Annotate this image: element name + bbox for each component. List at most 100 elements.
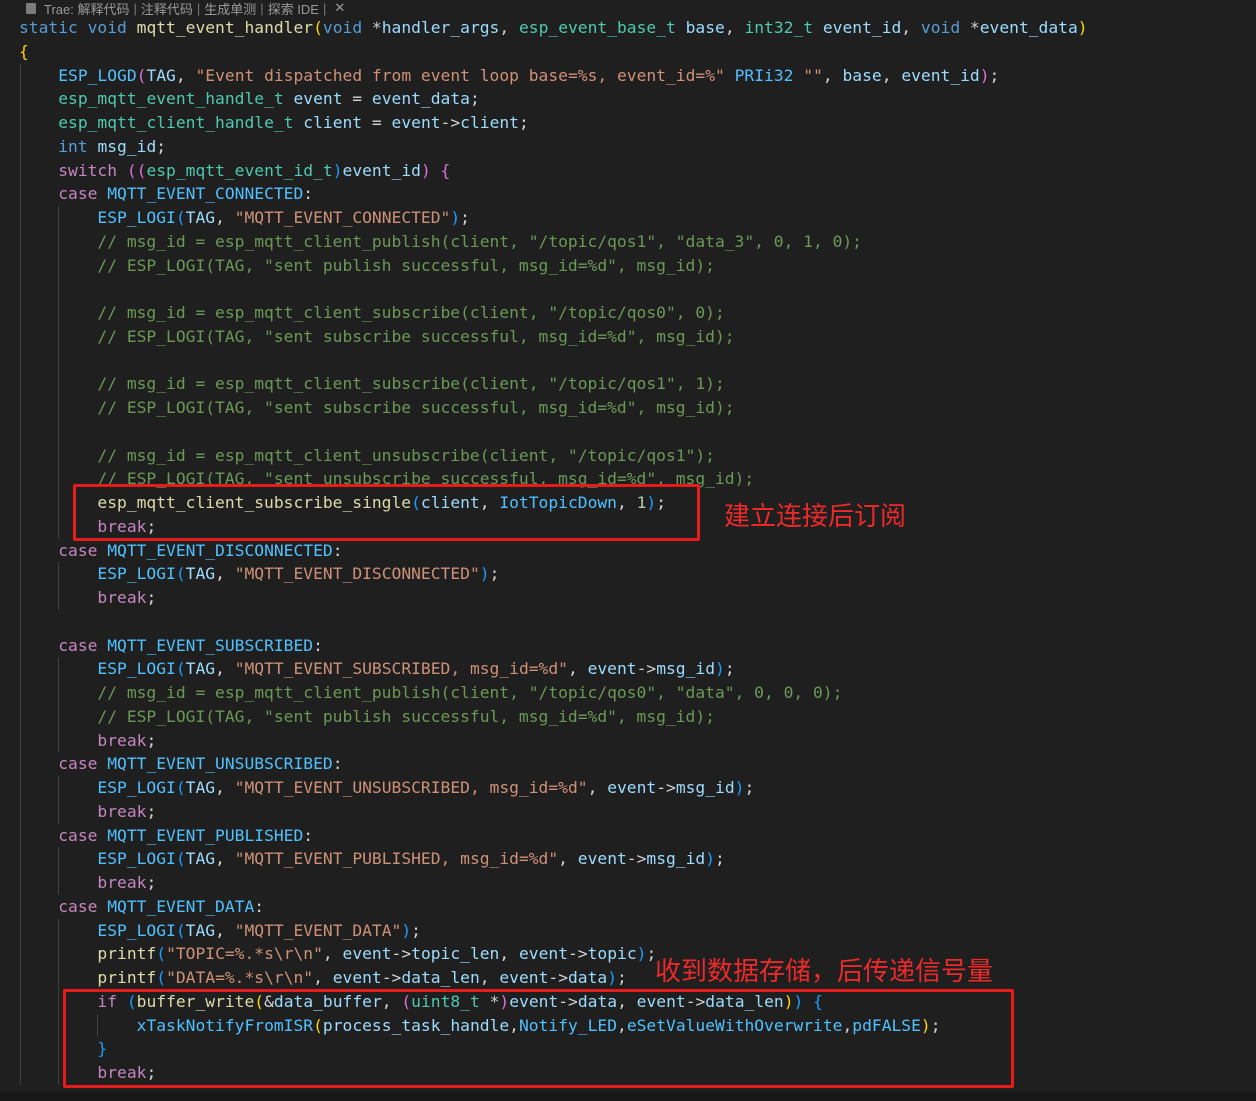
code-token: event [332,968,382,987]
code-line[interactable]: // ESP_LOGI(TAG, "sent subscribe success… [0,396,1256,420]
indent-guide [20,87,21,111]
code-line[interactable]: ESP_LOGI(TAG, "MQTT_EVENT_SUBSCRIBED, ms… [0,657,1256,681]
code-line[interactable]: esp_mqtt_client_handle_t client = event-… [0,111,1256,135]
indent-guide [58,1037,60,1061]
indent-guide [20,253,21,278]
code-token: // ESP_LOGI(TAG, "sent publish successfu… [97,706,715,726]
code-token: case [58,184,108,204]
code-line[interactable]: case MQTT_EVENT_DATA: [0,894,1256,919]
code-line[interactable]: ESP_LOGD(TAG, "Event dispatched from eve… [0,63,1256,88]
code-token: case [58,896,108,916]
code-line[interactable]: printf("DATA=%.*s\r\n", event->data_len,… [0,966,1256,990]
code-token: event [293,89,343,109]
code-line[interactable]: printf("TOPIC=%.*s\r\n", event->topic_le… [0,942,1256,966]
code-line[interactable]: break; [0,586,1256,610]
codelens-unit-test[interactable]: 生成单测 [204,0,256,18]
code-line[interactable]: // ESP_LOGI(TAG, "sent publish successfu… [0,704,1256,729]
code-token: break [97,873,147,892]
code-line[interactable]: int msg_id; [0,134,1256,159]
codelens-explore[interactable]: 探索 IDE [268,0,319,18]
code-token: "MQTT_EVENT_DISCONNECTED" [234,564,480,584]
code-line[interactable]: case MQTT_EVENT_DISCONNECTED: [0,538,1256,563]
code-line[interactable]: case MQTT_EVENT_UNSUBSCRIBED: [0,752,1256,776]
code-line[interactable]: case MQTT_EVENT_SUBSCRIBED: [0,633,1256,658]
code-line[interactable]: // msg_id = esp_mqtt_client_publish(clie… [0,681,1256,705]
indent-guide [58,586,60,610]
code-line[interactable]: // ESP_LOGI(TAG, "sent subscribe success… [0,324,1256,349]
code-token: ) [450,208,461,227]
code-token: data_len [401,968,480,987]
indent-guide [20,467,21,491]
code-token: ; [146,873,157,892]
code-line[interactable]: case MQTT_EVENT_CONNECTED: [0,182,1256,206]
code-line[interactable]: static void mqtt_event_handler(void *han… [0,16,1256,40]
indent-guide [20,776,21,800]
code-line[interactable]: ESP_LOGI(TAG, "MQTT_EVENT_PUBLISHED, msg… [0,847,1256,871]
code-token: , [901,18,921,37]
code-token: mqtt_event_handler [136,18,314,37]
code-token: "MQTT_EVENT_DATA" [234,920,402,940]
code-line[interactable]: esp_mqtt_event_handle_t event = event_da… [0,87,1256,111]
code-line[interactable]: ESP_LOGI(TAG, "MQTT_EVENT_DATA"); [0,918,1256,943]
code-token: , [499,18,519,37]
code-line[interactable]: // msg_id = esp_mqtt_client_subscribe(cl… [0,372,1256,396]
code-line[interactable]: // msg_id = esp_mqtt_client_unsubscribe(… [0,443,1256,468]
code-token: esp_mqtt_event_handle_t [58,89,294,109]
code-token: "MQTT_EVENT_SUBSCRIBED, msg_id=%d" [234,659,568,679]
code-token: ( [175,778,186,797]
code-line[interactable] [0,277,1256,301]
indent-guide [58,942,60,966]
code-line[interactable] [0,348,1256,373]
code-line[interactable]: switch ((esp_mqtt_event_id_t)event_id) { [0,158,1256,183]
code-token: , [215,920,235,940]
indent-guide [58,681,60,705]
code-line[interactable]: // msg_id = esp_mqtt_client_publish(clie… [0,229,1256,254]
code-line[interactable]: // ESP_LOGI(TAG, "sent publish successfu… [0,253,1256,278]
indent-guide [58,966,60,990]
indent-guide [58,562,60,586]
code-token: ESP_LOGI [97,564,176,584]
code-line[interactable]: break; [0,728,1256,753]
subscribe-annotation: 建立连接后订阅 [724,502,907,532]
code-line[interactable] [0,609,1256,634]
code-token: ) [332,160,343,180]
code-token: event_id [822,18,902,37]
indent-guide [20,419,21,444]
code-token: base [685,18,725,37]
code-token: ESP_LOGI [97,849,176,869]
indent-guide [58,1013,60,1038]
code-line[interactable]: break; [0,871,1256,895]
code-token: , [322,944,343,964]
codelens-separator: | [260,0,264,16]
close-icon[interactable]: ✕ [334,0,345,16]
code-line[interactable]: ESP_LOGI(TAG, "MQTT_EVENT_UNSUBSCRIBED, … [0,776,1256,800]
code-token: static void [19,18,137,37]
code-area[interactable]: static void mqtt_event_handler(void *han… [0,16,1256,1085]
code-token: ) [1077,18,1088,37]
indent-guide [58,989,60,1014]
codelens-comment[interactable]: 注释代码 [141,0,193,18]
code-editor[interactable]: Trae: 解释代码 | 注释代码 | 生成单测 | 探索 IDE | ✕ st… [0,0,1256,1101]
code-line[interactable]: ESP_LOGI(TAG, "MQTT_EVENT_CONNECTED"); [0,206,1256,230]
code-token: MQTT_EVENT_CONNECTED [107,184,304,204]
indent-guide [58,918,60,943]
code-token: case [58,754,108,774]
indent-guide [20,609,21,634]
code-line[interactable] [0,419,1256,444]
code-token: ( [175,920,186,940]
code-token: event [518,944,568,964]
code-token: event [391,113,441,132]
code-line[interactable]: ESP_LOGI(TAG, "MQTT_EVENT_DISCONNECTED")… [0,562,1256,586]
code-token: , [215,659,235,679]
code-token: ; [489,564,500,584]
code-line[interactable]: case MQTT_EVENT_PUBLISHED: [0,823,1256,848]
codelens-explain[interactable]: Trae: 解释代码 [44,0,129,18]
code-line[interactable]: break; [0,799,1256,824]
code-line[interactable]: { [0,40,1256,64]
code-line[interactable]: // msg_id = esp_mqtt_client_subscribe(cl… [0,301,1256,325]
indent-guide [20,229,21,254]
code-token: ; [146,801,157,821]
indent-guide [20,966,21,990]
